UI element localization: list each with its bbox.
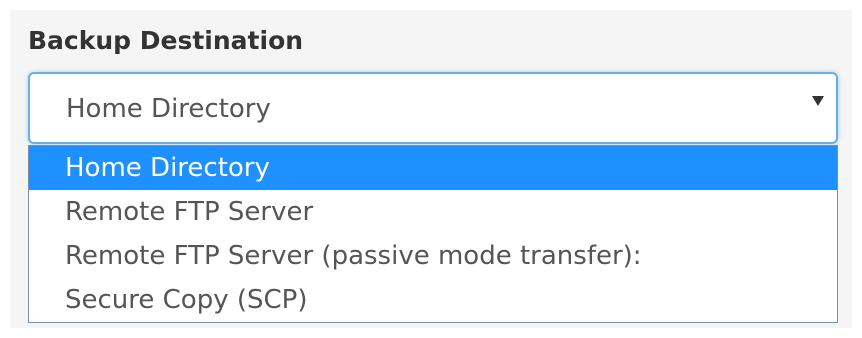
option-remote-ftp-passive[interactable]: Remote FTP Server (passive mode transfer…	[29, 234, 837, 278]
option-secure-copy-scp[interactable]: Secure Copy (SCP)	[29, 278, 837, 322]
option-remote-ftp-server[interactable]: Remote FTP Server	[29, 190, 837, 234]
select-current-value: Home Directory	[66, 94, 271, 124]
backup-destination-options: Home Directory Remote FTP Server Remote …	[28, 145, 838, 323]
backup-destination-select[interactable]: Home Directory	[28, 72, 838, 144]
option-home-directory[interactable]: Home Directory	[29, 146, 837, 190]
caret-down-icon[interactable]	[812, 96, 824, 106]
backup-destination-label: Backup Destination	[28, 26, 304, 55]
